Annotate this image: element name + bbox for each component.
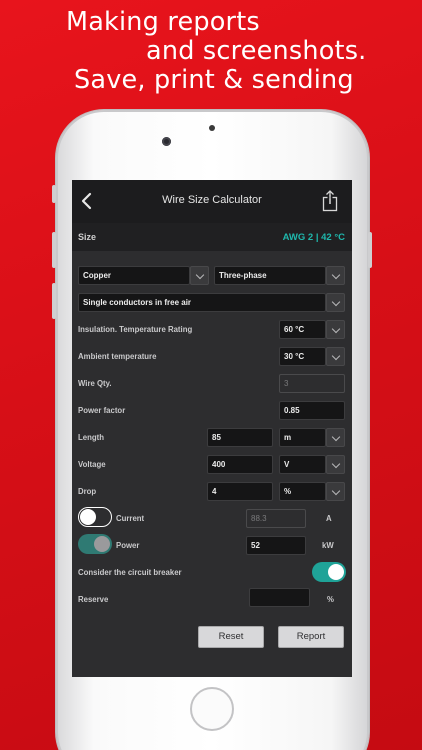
- current-unit: A: [326, 514, 332, 523]
- chevron-down-icon[interactable]: [326, 482, 345, 501]
- phone-side-button: [52, 185, 56, 203]
- share-icon[interactable]: [321, 189, 339, 213]
- toggle-knob: [80, 509, 96, 525]
- insulation-label: Insulation. Temperature Rating: [78, 325, 193, 334]
- chevron-down-icon[interactable]: [326, 347, 345, 366]
- length-unit-select[interactable]: m: [279, 428, 326, 447]
- reserve-field[interactable]: [249, 588, 310, 607]
- material-select[interactable]: Copper: [78, 266, 190, 285]
- phone-speaker: [209, 125, 215, 131]
- power-factor-field[interactable]: 0.85: [279, 401, 345, 420]
- chevron-down-icon[interactable]: [326, 266, 345, 285]
- navigation-bar: Wire Size Calculator: [72, 180, 352, 223]
- wire-qty-field[interactable]: 3: [279, 374, 345, 393]
- phone-camera: [162, 137, 171, 146]
- page-title: Wire Size Calculator: [162, 194, 262, 206]
- size-result-bar: Size AWG 2 | 42 °C: [72, 223, 352, 251]
- power-label: Power: [116, 541, 140, 550]
- toggle-knob: [328, 564, 344, 580]
- voltage-label: Voltage: [78, 460, 106, 469]
- circuit-breaker-toggle[interactable]: [312, 562, 346, 582]
- power-unit: kW: [322, 541, 334, 550]
- report-button[interactable]: Report: [278, 626, 344, 648]
- size-value: AWG 2 | 42 °C: [282, 232, 345, 243]
- chevron-down-icon[interactable]: [326, 293, 345, 312]
- marketing-headline: Making reports and screenshots. Save, pr…: [0, 8, 422, 95]
- installation-select[interactable]: Single conductors in free air: [78, 293, 326, 312]
- drop-label: Drop: [78, 487, 97, 496]
- phase-select[interactable]: Three-phase: [214, 266, 326, 285]
- circuit-breaker-label: Consider the circuit breaker: [78, 568, 182, 577]
- chevron-down-icon[interactable]: [326, 455, 345, 474]
- size-label: Size: [78, 232, 97, 242]
- chevron-down-icon[interactable]: [326, 428, 345, 447]
- headline-line-2: and screenshots.: [146, 36, 367, 66]
- power-factor-label: Power factor: [78, 406, 126, 415]
- current-toggle[interactable]: [78, 507, 112, 527]
- wire-qty-label: Wire Qty.: [78, 379, 112, 388]
- voltage-unit-select[interactable]: V: [279, 455, 326, 474]
- app-screen: Wire Size Calculator Size AWG 2 | 42 °C …: [72, 180, 352, 677]
- phone-volume-up-button: [52, 232, 56, 268]
- power-toggle[interactable]: [78, 534, 112, 554]
- insulation-select[interactable]: 60 °C: [279, 320, 326, 339]
- toggle-knob: [94, 536, 110, 552]
- phone-volume-down-button: [52, 283, 56, 319]
- reserve-unit: %: [327, 595, 334, 604]
- voltage-field[interactable]: 400: [207, 455, 273, 474]
- current-field[interactable]: 88.3: [246, 509, 306, 528]
- length-label: Length: [78, 433, 104, 442]
- reserve-label: Reserve: [78, 595, 109, 604]
- ambient-temperature-select[interactable]: 30 °C: [279, 347, 326, 366]
- drop-unit-select[interactable]: %: [279, 482, 326, 501]
- chevron-down-icon[interactable]: [190, 266, 209, 285]
- phone-home-button[interactable]: [190, 687, 234, 731]
- power-field[interactable]: 52: [246, 536, 306, 555]
- phone-power-button: [368, 232, 372, 268]
- drop-field[interactable]: 4: [207, 482, 273, 501]
- reset-button[interactable]: Reset: [198, 626, 264, 648]
- ambient-temperature-label: Ambient temperature: [78, 352, 157, 361]
- chevron-down-icon[interactable]: [326, 320, 345, 339]
- current-label: Current: [116, 514, 145, 523]
- headline-line-1: Making reports: [66, 7, 260, 37]
- length-field[interactable]: 85: [207, 428, 273, 447]
- headline-line-3: Save, print & sending: [74, 65, 354, 95]
